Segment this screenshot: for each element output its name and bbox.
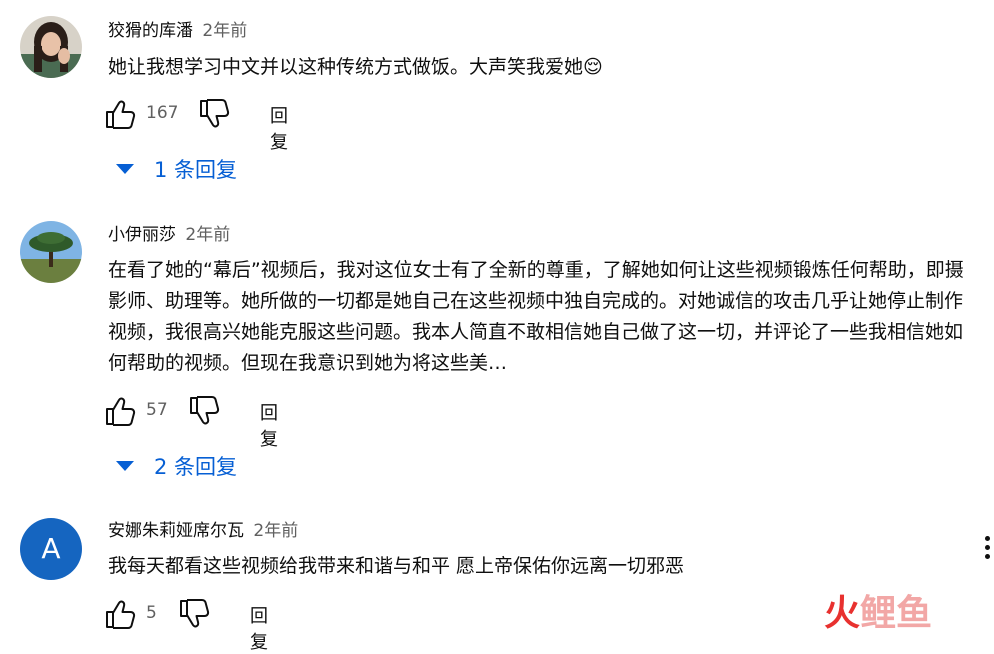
dislike-button[interactable] xyxy=(198,98,230,130)
reply-button[interactable]: 回复 xyxy=(260,399,278,451)
reply-button[interactable]: 回复 xyxy=(270,102,288,154)
watermark-char: 鲤 xyxy=(860,593,897,634)
thumbs-up-icon xyxy=(106,100,136,129)
caret-down-icon xyxy=(116,164,134,174)
comment-header: 狡猾的库潘 2年前 xyxy=(108,20,247,42)
comment-header: 安娜朱莉娅席尔瓦 2年前 xyxy=(108,520,298,542)
watermark-char: 鱼 xyxy=(896,593,933,634)
dislike-button[interactable] xyxy=(178,598,210,630)
like-button[interactable] xyxy=(104,598,136,630)
comment-header: 小伊丽莎 2年前 xyxy=(108,224,230,246)
watermark-logo: 火鲤鱼 xyxy=(824,594,932,634)
author-name[interactable]: 狡猾的库潘 xyxy=(108,21,193,41)
thumbs-down-icon xyxy=(200,99,230,128)
replies-count-label: 2 条回复 xyxy=(154,455,238,479)
watermark-char: 火 xyxy=(824,593,861,634)
comment-time[interactable]: 2年前 xyxy=(202,21,247,41)
avatar[interactable] xyxy=(20,16,82,78)
caret-down-icon xyxy=(116,461,134,471)
comment-time[interactable]: 2年前 xyxy=(253,521,298,541)
comment-text: 在看了她的“幕后”视频后，我对这位女士有了全新的尊重，了解她如何让这些视频锻炼任… xyxy=(108,259,964,374)
avatar[interactable] xyxy=(20,221,82,283)
reply-button[interactable]: 回复 xyxy=(250,602,268,654)
thumbs-down-icon xyxy=(180,599,210,628)
view-replies-button[interactable]: 2 条回复 xyxy=(116,451,237,481)
view-replies-button[interactable]: 1 条回复 xyxy=(116,154,237,184)
like-count: 57 xyxy=(146,400,168,420)
dot-icon xyxy=(984,545,990,550)
thumbs-up-icon xyxy=(106,397,136,426)
comment-time[interactable]: 2年前 xyxy=(185,225,230,245)
like-button[interactable] xyxy=(104,98,136,130)
avatar[interactable]: A xyxy=(20,518,82,580)
dot-icon xyxy=(984,554,990,559)
dislike-button[interactable] xyxy=(188,395,220,427)
comment-text: 她让我想学习中文并以这种传统方式做饭。大声笑我爱她😌 xyxy=(108,56,603,78)
author-name[interactable]: 安娜朱莉娅席尔瓦 xyxy=(108,521,244,541)
author-name[interactable]: 小伊丽莎 xyxy=(108,225,176,245)
like-count: 167 xyxy=(146,103,179,123)
replies-count-label: 1 条回复 xyxy=(154,158,238,182)
dot-icon xyxy=(984,536,990,541)
like-button[interactable] xyxy=(104,395,136,427)
avatar-letter: A xyxy=(41,532,61,565)
like-count: 5 xyxy=(146,603,157,623)
thumbs-down-icon xyxy=(190,396,220,425)
comment-text: 我每天都看这些视频给我带来和谐与和平 愿上帝保佑你远离一切邪恶 xyxy=(108,555,685,577)
more-actions-button[interactable] xyxy=(980,536,994,564)
thumbs-up-icon xyxy=(106,600,136,629)
